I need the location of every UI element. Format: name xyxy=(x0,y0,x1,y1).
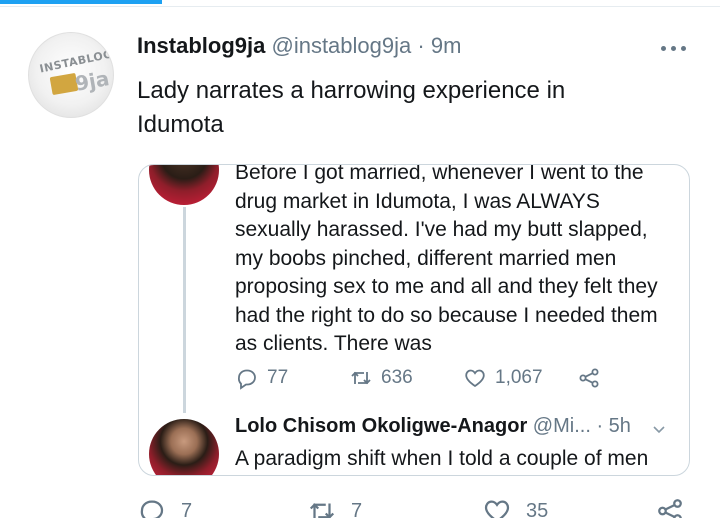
reply-text: A paradigm shift when I told a couple of… xyxy=(235,447,649,470)
quoted-text-line: as clients. There was xyxy=(235,332,432,355)
heart-icon xyxy=(465,369,485,388)
reply-author-handle[interactable]: @Mi... xyxy=(533,415,591,437)
quoted-like-button[interactable]: 1,067 xyxy=(463,366,577,390)
tweet-text-line: Idumota xyxy=(137,111,224,138)
retweet-count: 636 xyxy=(381,367,413,388)
reply-bubble-icon xyxy=(238,369,256,390)
tweet-text-line: Lady narrates a harrowing experience in xyxy=(137,77,566,104)
more-dots-icon[interactable] xyxy=(655,38,691,58)
tweet-text: Lady narrates a harrowing experience in … xyxy=(137,74,697,142)
reply-separator: · xyxy=(596,415,604,437)
quoted-share-button[interactable] xyxy=(577,366,601,390)
share-icon xyxy=(579,368,599,388)
reply-button[interactable]: 7 xyxy=(137,496,192,518)
quoted-text-line: Before I got married, whenever I went to… xyxy=(235,164,644,184)
retweet-icon xyxy=(309,503,335,518)
chevron-down-icon[interactable] xyxy=(651,421,667,437)
author-name[interactable]: Instablog9ja xyxy=(137,33,265,58)
heart-icon xyxy=(484,500,510,518)
header-separator: · xyxy=(417,33,425,58)
quoted-text-line: proposing sex to me and all and they fel… xyxy=(235,275,658,298)
reply-count: 77 xyxy=(267,367,289,388)
quoted-reply-button[interactable]: 77 xyxy=(235,366,349,390)
quoted-tweet-card[interactable]: Before I got married, whenever I went to… xyxy=(138,164,690,476)
avatar[interactable]: INSTABLOG 9ja xyxy=(28,32,114,118)
like-count: 1,067 xyxy=(495,367,543,388)
active-tab-indicator xyxy=(0,0,162,4)
tweet-header: Instablog9ja @instablog9ja · 9m xyxy=(137,33,461,59)
quoted-author-avatar[interactable] xyxy=(149,165,219,205)
share-icon xyxy=(658,499,682,518)
retweet-icon xyxy=(351,371,371,385)
reply-count: 7 xyxy=(181,499,193,518)
like-count: 35 xyxy=(526,499,549,518)
reply-header: Lolo Chisom Okoligwe-Anagor @Mi... · 5h xyxy=(235,415,675,438)
reply-bubble-icon xyxy=(140,500,164,518)
quoted-tweet-actions: 77 636 1,067 xyxy=(235,365,601,391)
share-button[interactable] xyxy=(655,496,685,518)
reply-timestamp[interactable]: 5h xyxy=(609,415,631,437)
quoted-text-line: had the right to do so because I needed … xyxy=(235,303,658,327)
divider xyxy=(0,6,720,7)
reply-author-name[interactable]: Lolo Chisom Okoligwe-Anagor xyxy=(235,415,527,437)
author-handle[interactable]: @instablog9ja xyxy=(271,33,411,58)
tweet-timestamp[interactable]: 9m xyxy=(431,33,462,58)
tweet-actions: 7 7 35 xyxy=(137,496,697,518)
retweet-button[interactable]: 7 xyxy=(307,496,362,518)
reply-author-avatar[interactable] xyxy=(149,419,219,475)
avatar-logo-text-secondary: 9ja xyxy=(73,66,112,96)
like-button[interactable]: 35 xyxy=(482,496,548,518)
quoted-text-line: sexually harassed. I've had my butt slap… xyxy=(235,218,648,241)
retweet-count: 7 xyxy=(351,499,363,518)
quoted-tweet-text: Before I got married, whenever I went to… xyxy=(235,164,675,359)
quoted-text-line: drug market in Idumota, I was ALWAYS xyxy=(235,189,600,213)
quoted-text-line: my boobs pinched, different married men xyxy=(235,246,617,270)
thread-line xyxy=(183,207,186,413)
quoted-retweet-button[interactable]: 636 xyxy=(349,366,463,390)
